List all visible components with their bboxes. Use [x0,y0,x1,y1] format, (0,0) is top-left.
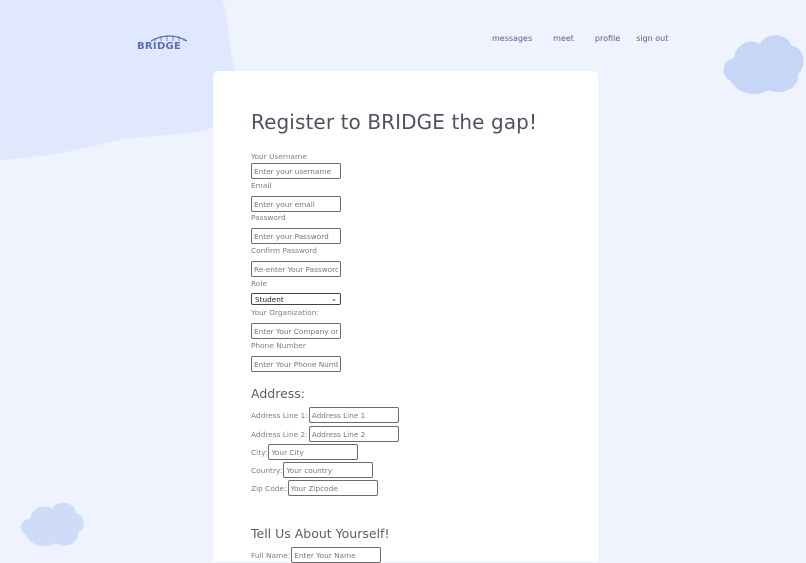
zip-row: Zip Code: [251,480,378,496]
username-input[interactable] [251,163,341,179]
cloud-icon [21,502,84,547]
bridge-logo[interactable]: BRIDGE [137,33,201,51]
cloud-icon [723,35,804,95]
nav-meet-link[interactable]: meet [553,34,574,43]
fullname-label: Full Name: [251,550,291,560]
country-row: Country: [251,462,374,478]
nav-messages-link[interactable]: messages [492,34,532,43]
logo-text: BRIDGE [137,41,181,51]
address-line1-label: Address Line 1: [251,410,308,420]
email-label: Email [251,181,272,190]
role-label: Role [251,279,267,288]
password-label: Password [251,213,286,222]
nav-sign-out-link[interactable]: sign out [636,34,668,43]
country-input[interactable] [283,462,374,478]
password-input[interactable] [251,228,341,244]
role-select[interactable]: Student ⌄ [251,293,341,305]
fullname-row: Full Name: [251,547,382,563]
address-line2-input[interactable] [308,426,399,442]
address-line1-row: Address Line 1: [251,407,399,423]
city-row: City: [251,444,359,460]
city-label: City: [251,447,268,457]
chevron-down-icon: ⌄ [331,295,337,303]
zip-label: Zip Code: [251,483,287,493]
email-input[interactable] [251,196,341,212]
address-line2-label: Address Line 2: [251,429,308,439]
page-title: Register to BRIDGE the gap! [251,110,538,134]
confirm-password-input[interactable] [251,261,341,277]
role-select-value: Student [255,294,284,304]
address-line2-row: Address Line 2: [251,426,399,442]
register-card: Register to BRIDGE the gap! Your Usernam… [213,71,598,563]
confirm-password-label: Confirm Password [251,246,317,255]
top-nav: messages meet profile sign out [492,34,668,43]
organization-input[interactable] [251,323,341,339]
username-label: Your Username [251,152,307,161]
zip-input[interactable] [287,480,378,496]
fullname-input[interactable] [291,547,382,563]
about-heading: Tell Us About Yourself! [251,526,390,541]
country-label: Country: [251,465,283,475]
phone-label: Phone Number [251,341,306,350]
address-line1-input[interactable] [308,407,399,423]
address-heading: Address: [251,386,305,401]
nav-profile-link[interactable]: profile [595,34,620,43]
phone-input[interactable] [251,356,341,372]
organization-label: Your Organization: [251,308,319,317]
city-input[interactable] [268,444,359,460]
